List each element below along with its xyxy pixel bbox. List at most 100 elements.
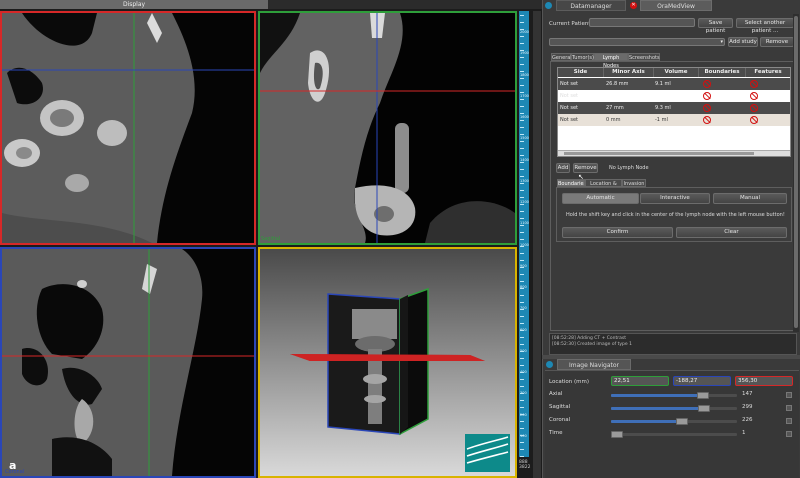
- tab-invasion[interactable]: Invasion: [622, 179, 646, 187]
- add-lymph-node-button[interactable]: Add: [556, 163, 570, 173]
- tab-lymph-nodes[interactable]: Lymph Nodes: [594, 53, 628, 69]
- ruler-tick: [520, 134, 524, 135]
- tab-general[interactable]: General: [551, 53, 572, 61]
- boundaries-not-set-icon[interactable]: [703, 92, 711, 100]
- sagittal-view[interactable]: Sagittal: [258, 11, 517, 245]
- features-not-set-icon[interactable]: [750, 92, 758, 100]
- tab-datamanager[interactable]: Datamanager: [556, 0, 626, 11]
- tab-boundaries[interactable]: Boundaries: [557, 179, 585, 187]
- ruler-tick: [520, 57, 524, 58]
- add-study-button[interactable]: Add study: [728, 37, 758, 47]
- ruler-tick: [520, 183, 524, 184]
- remove-lymph-node-button[interactable]: Remove: [573, 163, 598, 173]
- slider-thumb[interactable]: [698, 405, 710, 412]
- axial-label: Axial: [549, 391, 563, 397]
- 3d-view[interactable]: [258, 247, 517, 478]
- confirm-button[interactable]: Confirm: [562, 227, 673, 238]
- table-row[interactable]: Not set 27 mm 9.3 ml: [558, 102, 790, 114]
- remove-study-button[interactable]: Remove Stud: [760, 37, 794, 47]
- sagittal-spinner[interactable]: [786, 405, 792, 411]
- time-value[interactable]: 1: [742, 430, 746, 436]
- sagittal-value[interactable]: 299: [742, 404, 753, 410]
- ruler-tick: [520, 358, 524, 359]
- ruler-tick: [520, 393, 524, 394]
- location-x-field[interactable]: 22,51: [611, 376, 669, 386]
- cell-volume: 9.3 ml: [655, 105, 671, 111]
- cell-side: Not set: [560, 117, 578, 123]
- col-volume[interactable]: Volume: [653, 68, 698, 77]
- boundaries-not-set-icon[interactable]: [703, 80, 711, 88]
- clear-button[interactable]: Clear: [676, 227, 787, 238]
- axial-value[interactable]: 147: [742, 391, 753, 397]
- slider-thumb[interactable]: [697, 392, 709, 399]
- datamanager-icon: [545, 2, 552, 9]
- col-side[interactable]: Side: [558, 68, 603, 77]
- time-label: Time: [549, 430, 563, 436]
- axial-slider[interactable]: [611, 392, 737, 399]
- interactive-button[interactable]: Interactive: [640, 193, 710, 204]
- coronal-slider[interactable]: [611, 418, 737, 425]
- location-z-field[interactable]: 356,30: [735, 376, 793, 386]
- table-row[interactable]: Not set 0 mm -1 ml: [558, 114, 790, 126]
- ruler-number: 1500: [520, 136, 529, 140]
- panel-scrollbar[interactable]: [793, 14, 799, 332]
- ruler-tick: [520, 78, 524, 79]
- ruler-labels: 2000 1900 1800 1700 1600 1500 1400 1300 1200 1100…: [519, 11, 529, 457]
- sagittal-slider[interactable]: [611, 405, 737, 412]
- study-select[interactable]: ▾: [549, 38, 725, 46]
- coronal-view[interactable]: a Coronal: [0, 247, 256, 478]
- tab-location-size[interactable]: Location & Size: [585, 179, 622, 195]
- ruler-tick: [520, 99, 524, 100]
- axial-spinner[interactable]: [786, 392, 792, 398]
- tab-screenshots[interactable]: Screenshots: [628, 53, 660, 61]
- ruler-tick: [520, 337, 524, 338]
- ruler-tick: [520, 302, 524, 303]
- features-not-set-icon[interactable]: [750, 104, 758, 112]
- time-spinner[interactable]: [786, 431, 792, 437]
- features-not-set-icon[interactable]: [750, 80, 758, 88]
- boundaries-not-set-icon[interactable]: [703, 116, 711, 124]
- lymph-node-status: No Lymph Node: [609, 165, 649, 171]
- display-scrollbar[interactable]: [533, 11, 541, 478]
- save-patient-button[interactable]: Save patient: [698, 18, 733, 34]
- select-another-patient-button[interactable]: Select another patient ...: [736, 18, 794, 34]
- col-minor-axis[interactable]: Minor Axis: [603, 68, 653, 77]
- table-hscroll-thumb[interactable]: [564, 152, 754, 155]
- ruler-tick: [520, 218, 524, 219]
- table-row[interactable]: Not set 26.8 mm 9.1 ml: [558, 78, 790, 90]
- manual-button[interactable]: Manual: [713, 193, 787, 204]
- features-not-set-icon[interactable]: [750, 116, 758, 124]
- current-patient-field[interactable]: [589, 18, 695, 27]
- cell-side: Not set: [560, 105, 578, 111]
- ruler-tick: [520, 400, 524, 401]
- table-row[interactable]: Not set: [558, 90, 790, 102]
- col-features[interactable]: Features: [745, 68, 790, 77]
- side-readout: 888 3822: [519, 460, 533, 470]
- ruler-tick: [520, 281, 524, 282]
- ruler-tick: [520, 379, 524, 380]
- location-label: Location (mm): [549, 379, 590, 385]
- panel-scrollbar-thumb[interactable]: [794, 16, 798, 328]
- ruler-tick: [520, 449, 524, 450]
- slider-thumb[interactable]: [676, 418, 688, 425]
- time-slider[interactable]: [611, 431, 737, 438]
- close-icon[interactable]: ✕: [630, 2, 637, 9]
- cell-volume: 9.1 ml: [655, 81, 671, 87]
- tab-tumors[interactable]: Tumor(s): [571, 53, 594, 61]
- location-y-field[interactable]: -188,27: [673, 376, 731, 386]
- ruler-tick: [520, 169, 524, 170]
- col-boundaries[interactable]: Boundaries: [698, 68, 745, 77]
- ruler-tick: [520, 386, 524, 387]
- ruler-tick: [520, 316, 524, 317]
- table-hscroll[interactable]: [558, 150, 790, 156]
- axial-view[interactable]: [0, 11, 256, 245]
- ruler-tick: [520, 344, 524, 345]
- slider-thumb[interactable]: [611, 431, 623, 438]
- lymph-node-table: Side Minor Axis Volume Boundaries Featur…: [557, 67, 791, 157]
- boundaries-not-set-icon[interactable]: [703, 104, 711, 112]
- coronal-spinner[interactable]: [786, 418, 792, 424]
- navigator-icon: [546, 361, 553, 368]
- coronal-value[interactable]: 226: [742, 417, 753, 423]
- automatic-button[interactable]: Automatic: [562, 193, 639, 204]
- tab-oramedview[interactable]: OraMedView: [640, 0, 712, 11]
